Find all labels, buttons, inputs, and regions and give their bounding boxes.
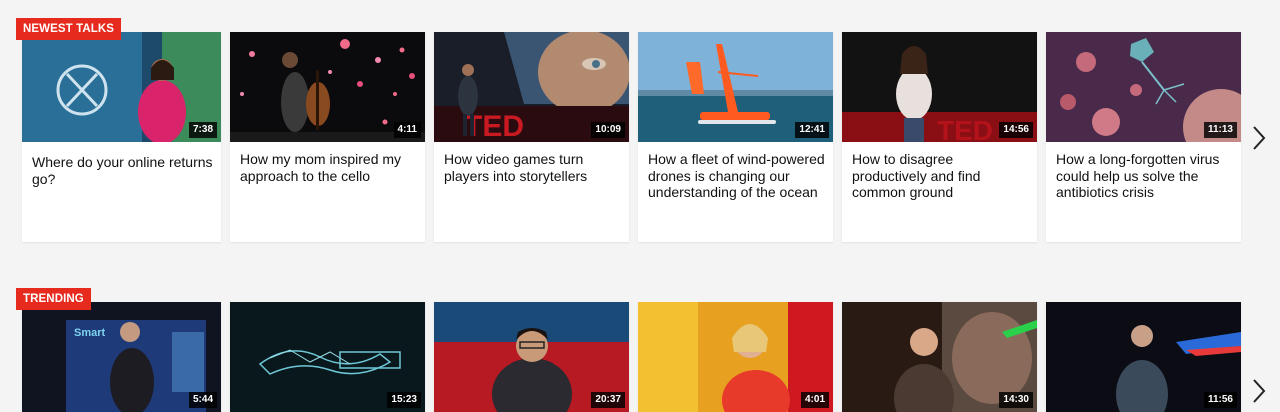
talk-title[interactable]: How a fleet of wind-powered drones is ch… (648, 151, 825, 201)
talk-title[interactable]: How to disagree productively and find co… (852, 151, 1029, 201)
talk-thumbnail[interactable]: 11:13 (1046, 32, 1241, 142)
talk-title[interactable]: How my mom inspired my approach to the c… (240, 151, 417, 184)
svg-text:TED: TED (937, 115, 993, 142)
talk-card[interactable]: 20:37 (434, 302, 629, 412)
duration-badge: 4:01 (800, 392, 829, 408)
talk-thumbnail[interactable]: TED 10:09 (434, 32, 629, 142)
talk-thumbnail[interactable]: 20:37 (434, 302, 629, 412)
chevron-right-icon[interactable] (1252, 378, 1266, 404)
talk-thumbnail[interactable]: TED 14:56 (842, 32, 1037, 142)
talk-thumbnail[interactable]: 4:11 (230, 32, 425, 142)
duration-badge: 14:30 (999, 392, 1033, 408)
duration-badge: 11:56 (1203, 392, 1237, 408)
talk-thumbnail[interactable]: 15:23 (230, 302, 425, 412)
talk-card[interactable]: 11:56 (1046, 302, 1241, 412)
duration-badge: 4:11 (393, 122, 421, 138)
talk-thumbnail[interactable]: 4:01 (638, 302, 833, 412)
duration-badge: 14:56 (999, 122, 1033, 138)
talk-thumbnail[interactable]: 14:30 (842, 302, 1037, 412)
duration-badge: 11:13 (1203, 122, 1237, 138)
talk-card[interactable]: 14:30 (842, 302, 1037, 412)
duration-badge: 5:44 (188, 392, 217, 408)
screen-text: Smart (74, 327, 106, 339)
talk-thumbnail[interactable]: Smart 5:44 (22, 302, 221, 412)
duration-badge: 7:38 (188, 122, 217, 138)
duration-badge: 12:41 (795, 122, 829, 138)
talk-card[interactable]: Smart 5:44 (22, 302, 221, 412)
talk-title[interactable]: Where do your online returns go? (32, 154, 213, 187)
talk-card[interactable]: 4:01 (638, 302, 833, 412)
talk-thumbnail[interactable]: 11:56 (1046, 302, 1241, 412)
duration-badge: 10:09 (591, 122, 625, 138)
talk-thumbnail[interactable]: 7:38 (22, 32, 221, 142)
duration-badge: 15:23 (387, 392, 421, 408)
talk-card[interactable]: 7:38 Where do your online returns go? (22, 32, 221, 242)
duration-badge: 20:37 (591, 392, 625, 408)
section-label-trending: TRENDING (16, 288, 91, 310)
talk-card[interactable]: 4:11 How my mom inspired my approach to … (230, 32, 425, 242)
talk-card[interactable]: TED 14:56 How to disagree productively a… (842, 32, 1037, 242)
talk-title[interactable]: How a long-forgotten virus could help us… (1056, 151, 1233, 201)
section-label-newest: NEWEST TALKS (16, 18, 122, 40)
talk-card[interactable]: 11:13 How a long-forgotten virus could h… (1046, 32, 1241, 242)
talk-thumbnail[interactable]: 12:41 (638, 32, 833, 142)
talk-title[interactable]: How video games turn players into storyt… (444, 151, 621, 184)
talk-card[interactable]: 15:23 (230, 302, 425, 412)
talk-card[interactable]: 12:41 How a fleet of wind-powered drones… (638, 32, 833, 242)
chevron-right-icon[interactable] (1252, 125, 1266, 151)
talk-card[interactable]: TED 10:09 How video games turn players i… (434, 32, 629, 242)
